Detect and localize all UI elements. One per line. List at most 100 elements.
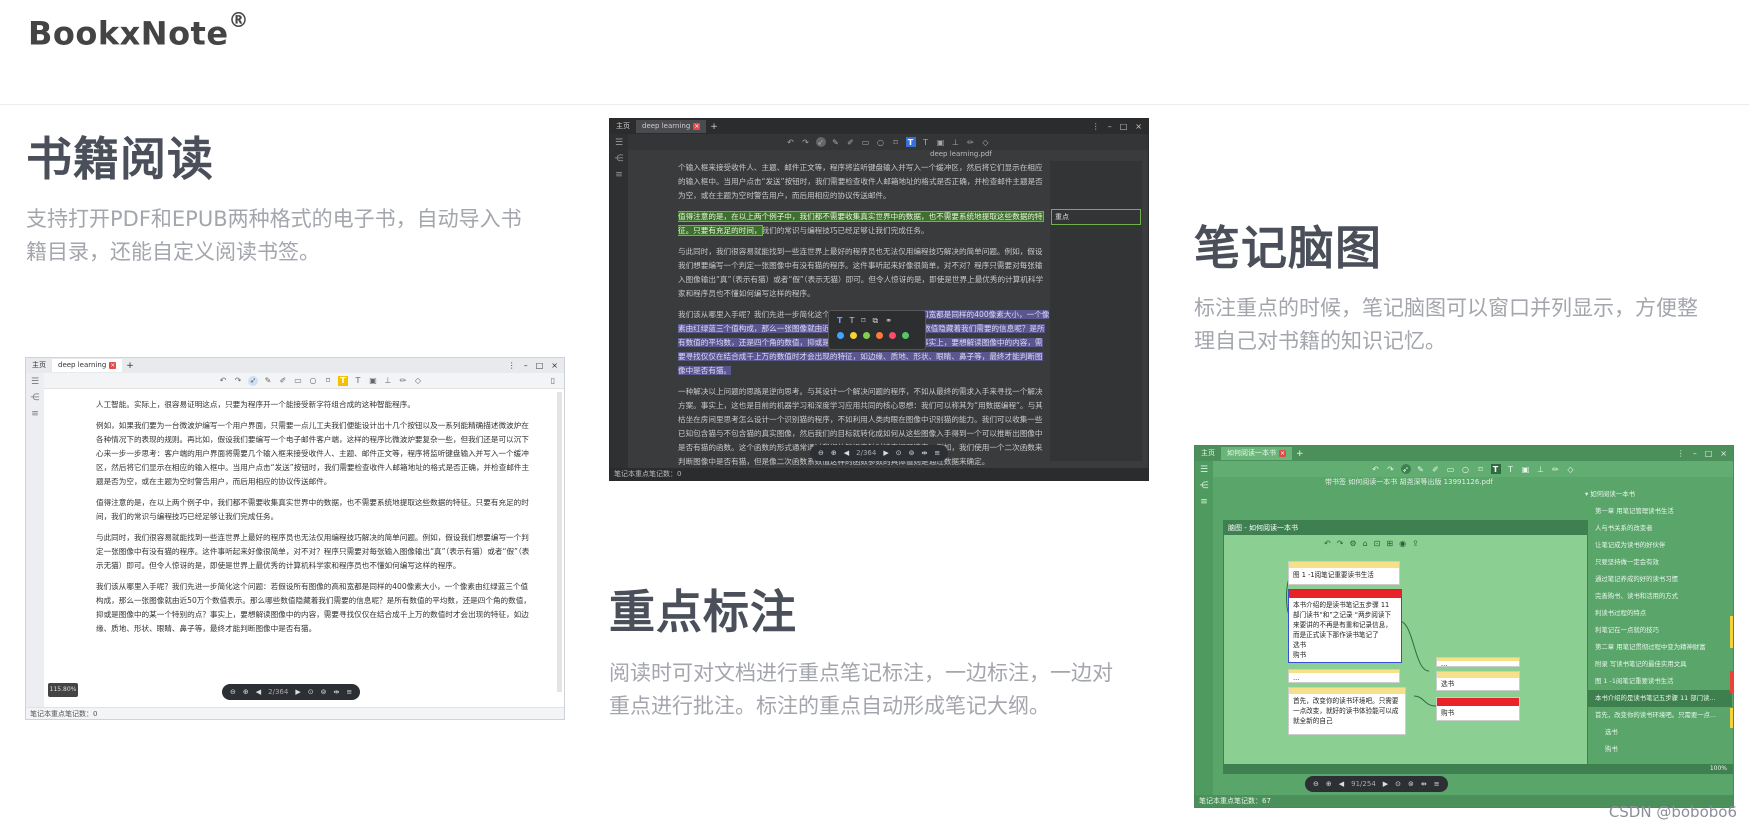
close-icon[interactable]: × [693,123,701,130]
marker-icon[interactable]: ✐ [1431,464,1441,474]
outline-item[interactable]: 首先，改变你的读书环境吧。只需要一点... [1585,707,1732,724]
outline-item[interactable]: 利读书过程的特点 [1585,605,1732,622]
outline-item[interactable]: 图 1 -1阅笔记重要读书生活 [1585,673,1732,690]
text-icon[interactable]: T [353,376,363,386]
zoom-in-icon[interactable]: ⊕ [1326,780,1332,788]
copy-icon[interactable]: ⧉ [872,316,878,326]
rectangle-icon[interactable]: ▭ [293,376,303,386]
fit-width-icon[interactable]: ⇹ [1421,780,1427,788]
outline-item[interactable]: 人与书关系的改变者 [1585,520,1732,537]
panel-icon[interactable]: ▯ [548,376,558,386]
outline-item[interactable]: 选书 [1585,724,1732,741]
toc-icon[interactable]: ☰ [615,138,623,148]
chart-icon[interactable]: ⊥ [1536,464,1546,474]
outline-item[interactable]: ▾ 如何阅读一本书 [1585,486,1732,503]
prev-page-icon[interactable]: ◀ [844,449,849,457]
text-highlight-icon[interactable]: T [837,316,842,326]
redo-icon[interactable]: ↷ [233,376,243,386]
fit-icon[interactable]: ⊙ [1395,780,1401,788]
rotate-icon[interactable]: ⊚ [909,449,915,457]
rectangle-icon[interactable]: ▭ [861,137,871,147]
color-red-swatch[interactable] [889,332,896,339]
next-page-icon[interactable]: ▶ [1383,780,1388,788]
pen-icon[interactable]: ✎ [831,137,841,147]
pen-icon[interactable]: ✎ [1416,464,1426,474]
maximize-icon[interactable]: □ [1120,122,1128,131]
add-tab-icon[interactable]: + [1292,449,1308,459]
image-icon[interactable]: ▣ [936,137,946,147]
tab-document[interactable]: deep learning × [52,359,123,372]
tab-home[interactable]: 主页 [1195,447,1221,460]
fit-icon[interactable]: ⊙ [308,688,314,696]
chart-icon[interactable]: ⊥ [951,137,961,147]
link-icon[interactable]: ⚭ [885,316,892,326]
brand-logo[interactable]: BookxNote® [28,8,249,53]
mindmap-node[interactable]: ... [1288,669,1400,683]
zoom-in-icon[interactable]: ⊕ [243,688,249,696]
zoom-out-icon[interactable]: ⊖ [1313,780,1319,788]
fit-icon[interactable]: ⊙ [896,449,902,457]
mindmap-node[interactable]: 首先，改变你的读书环境吧。只需要一点改变，就好的读书体验能可以成就全新的自己 [1288,687,1406,735]
list-icon[interactable]: ≡ [615,170,623,180]
circle-icon[interactable]: ○ [308,376,318,386]
marker-icon[interactable]: ✐ [278,376,288,386]
list-icon[interactable]: ≡ [1200,497,1208,507]
rectangle-icon[interactable]: ▭ [1446,464,1456,474]
outline-item[interactable]: 附录 写读书笔记的最佳实用文具 [1585,656,1732,673]
mindmap-node[interactable]: 选书 [1436,671,1520,691]
more-icon[interactable]: ⋮ [1092,122,1100,131]
outline-icon[interactable]: ⋲ [31,393,40,403]
prev-page-icon[interactable]: ◀ [1339,780,1344,788]
circle-icon[interactable]: ○ [876,137,886,147]
select-icon[interactable]: ➶ [1400,464,1411,474]
circle-icon[interactable]: ○ [1461,464,1471,474]
window-close-icon[interactable]: × [551,361,558,370]
next-page-icon[interactable]: ▶ [295,688,300,696]
outline-item[interactable]: 购书 [1585,741,1732,758]
undo-icon[interactable]: ↶ [786,137,796,147]
scrollbar[interactable] [557,392,562,692]
pen-icon[interactable]: ✎ [263,376,273,386]
prev-page-icon[interactable]: ◀ [256,688,261,696]
tab-document[interactable]: 如何阅读一本书 × [1221,447,1292,460]
minimize-icon[interactable]: – [1108,122,1112,131]
menu-icon[interactable]: ≡ [934,449,940,457]
more-icon[interactable]: ⋮ [508,361,516,370]
rotate-icon[interactable]: ⊚ [1408,780,1414,788]
select-icon[interactable]: ➶ [248,375,258,386]
lasso-icon[interactable]: ⌑ [891,137,901,147]
more-icon[interactable]: ⋮ [1677,449,1685,458]
undo-icon[interactable]: ↶ [1371,464,1381,474]
window-close-icon[interactable]: × [1720,449,1727,458]
brush-icon[interactable]: ✏ [966,137,976,147]
close-icon[interactable]: × [1279,450,1286,457]
rotate-icon[interactable]: ⊚ [321,688,327,696]
text-highlight-icon[interactable]: T [905,137,916,147]
color-blue-swatch[interactable] [837,332,844,339]
undo-icon[interactable]: ↶ [218,376,228,386]
color-yellow-swatch[interactable] [850,332,857,339]
text-icon[interactable]: T [849,316,854,326]
text-highlight-icon[interactable]: T [1490,464,1501,474]
menu-icon[interactable]: ≡ [1434,780,1440,788]
image-icon[interactable]: ▣ [1521,464,1531,474]
list-icon[interactable]: ≡ [31,409,39,419]
outline-item[interactable]: 利笔记在一点就的技巧 [1585,622,1732,639]
select-icon[interactable]: ➶ [815,137,826,147]
add-tab-icon[interactable]: + [122,361,138,371]
text-icon[interactable]: T [1506,464,1516,474]
outline-icon[interactable]: ⋲ [1200,481,1209,491]
mindmap-node[interactable]: ... [1436,657,1520,667]
eraser-icon[interactable]: ◇ [1566,464,1576,474]
maximize-icon[interactable]: □ [536,361,544,370]
next-page-icon[interactable]: ▶ [883,449,888,457]
mindmap-node[interactable]: 图 1 -1阅笔记重要读书生活 [1288,561,1400,585]
chart-icon[interactable]: ⊥ [383,376,393,386]
tab-home[interactable]: 主页 [610,120,636,133]
brush-icon[interactable]: ✏ [398,376,408,386]
lasso-icon[interactable]: ⌑ [323,376,333,386]
window-close-icon[interactable]: × [1135,122,1142,131]
minimize-icon[interactable]: – [524,361,528,370]
text-icon[interactable]: T [921,137,931,147]
outline-item[interactable]: 第二章 用笔记贯彻过程中变为精神财富 [1585,639,1732,656]
